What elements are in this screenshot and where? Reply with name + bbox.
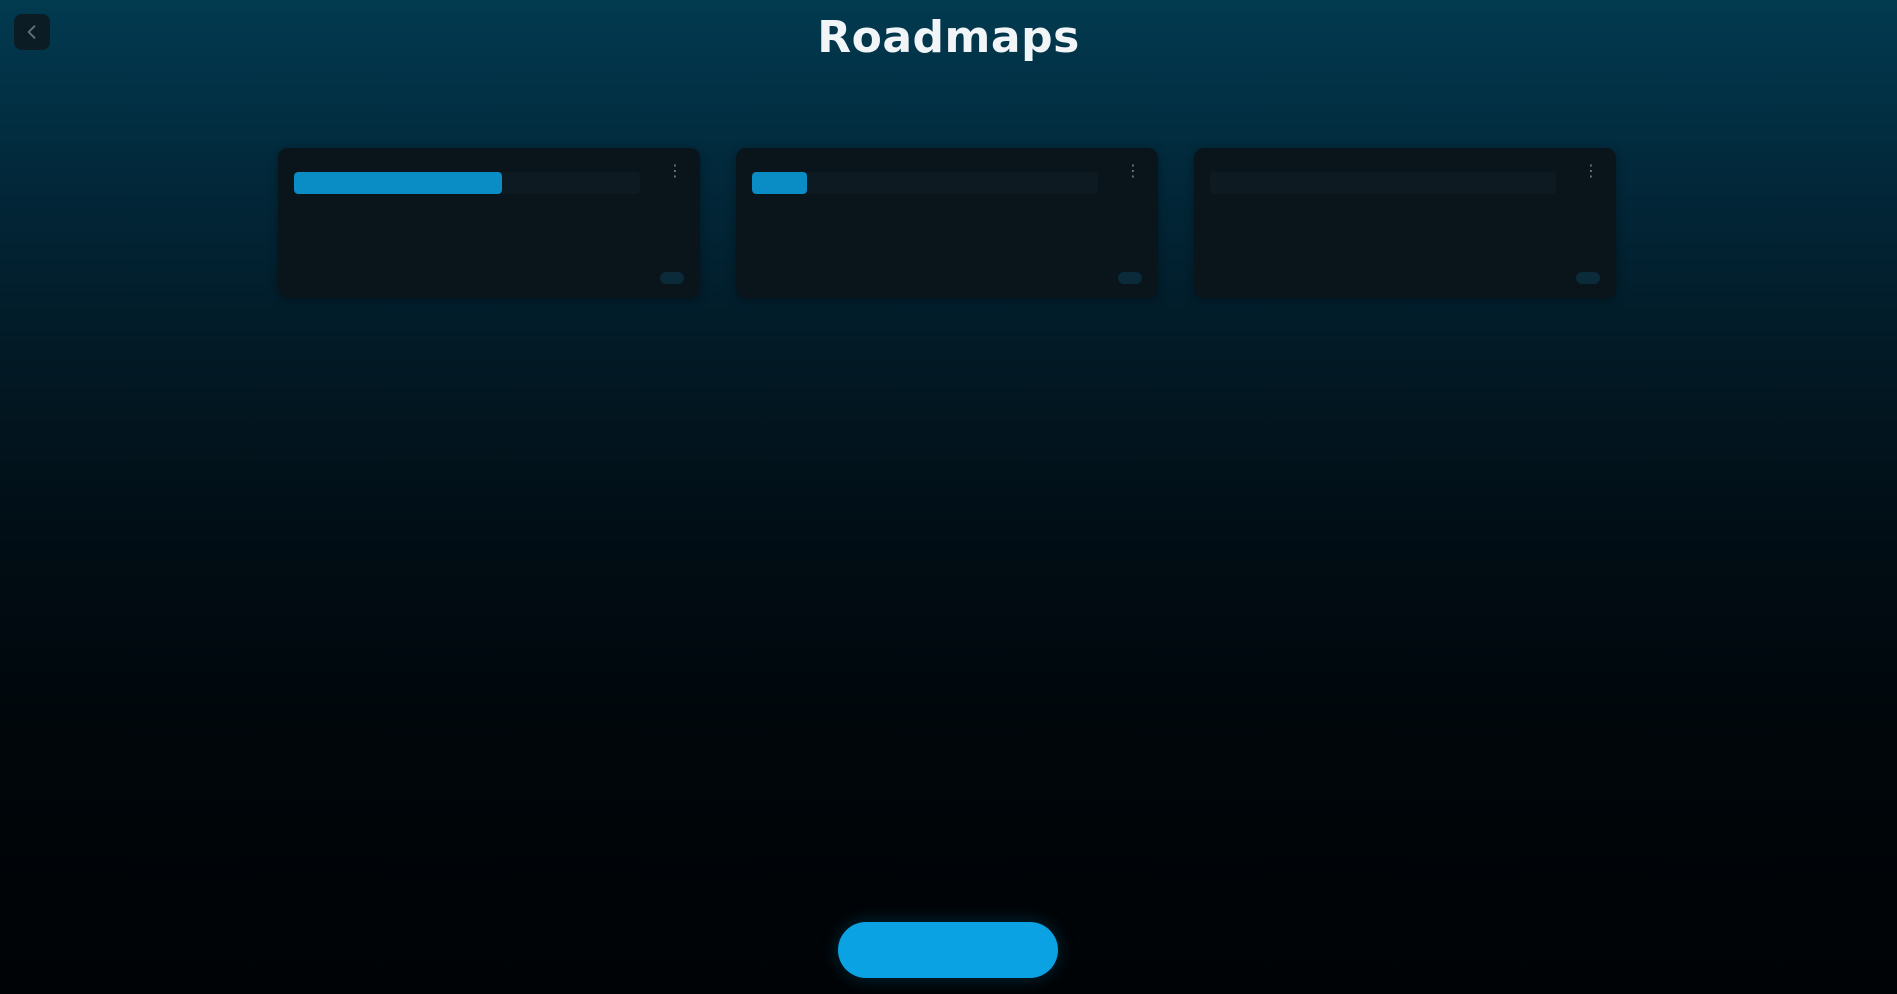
more-options-icon[interactable]: ⋮ — [666, 162, 684, 180]
progress-bar — [752, 172, 1098, 194]
card-footer — [752, 272, 1142, 284]
progress-fill — [294, 172, 502, 194]
progress-bar — [294, 172, 640, 194]
open-roadmap-button[interactable] — [660, 272, 684, 284]
open-roadmap-button[interactable] — [1118, 272, 1142, 284]
progress-bar — [1210, 172, 1556, 194]
create-roadmap-button[interactable] — [838, 922, 1058, 978]
roadmap-card[interactable]: ⋮ — [278, 148, 700, 298]
roadmap-card[interactable]: ⋮ — [736, 148, 1158, 298]
card-footer — [294, 272, 684, 284]
progress-row — [1210, 172, 1600, 194]
open-roadmap-button[interactable] — [1576, 272, 1600, 284]
card-footer — [1210, 272, 1600, 284]
more-options-icon[interactable]: ⋮ — [1124, 162, 1142, 180]
progress-row — [294, 172, 684, 194]
roadmap-list: ⋮ ⋮ ⋮ — [278, 148, 1620, 298]
page-title: Roadmaps — [817, 12, 1080, 63]
progress-fill — [752, 172, 808, 194]
progress-row — [752, 172, 1142, 194]
more-options-icon[interactable]: ⋮ — [1582, 162, 1600, 180]
roadmap-card[interactable]: ⋮ — [1194, 148, 1616, 298]
